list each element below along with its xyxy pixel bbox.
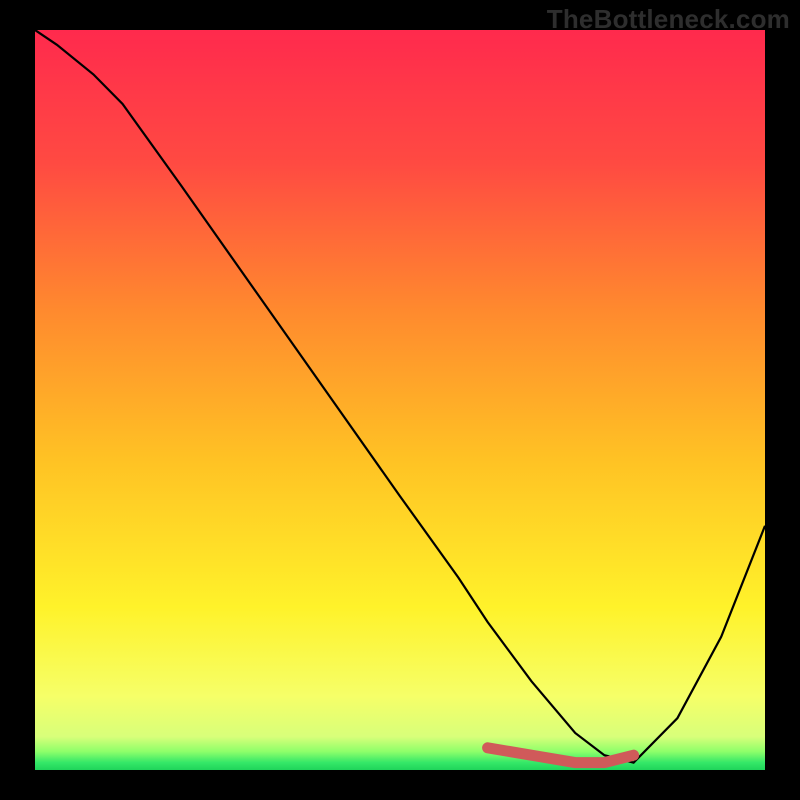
chart-svg xyxy=(35,30,765,770)
watermark-text: TheBottleneck.com xyxy=(547,4,790,35)
gradient-background xyxy=(35,30,765,770)
chart-frame: TheBottleneck.com xyxy=(0,0,800,800)
plot-area xyxy=(35,30,765,770)
